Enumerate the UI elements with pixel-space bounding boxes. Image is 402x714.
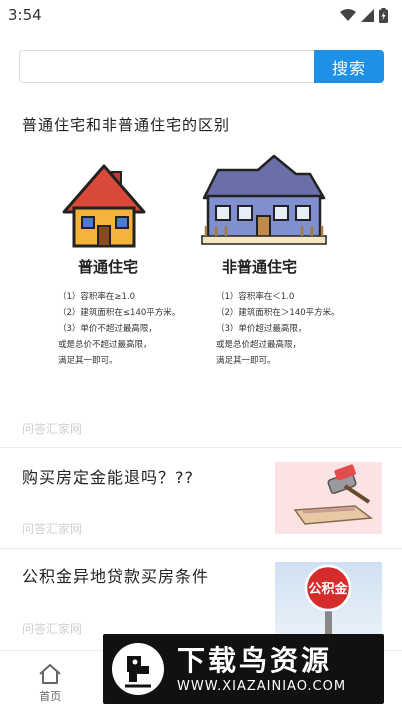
villa-house-illustration [201, 154, 327, 245]
gavel-money-icon [293, 464, 374, 525]
villa-line-1: （1）容积率在＜1.0 [216, 291, 294, 302]
bird-logo-icon [112, 643, 164, 695]
news-thumbnail: 公积金 [275, 562, 382, 634]
home-icon [39, 664, 61, 684]
wifi-icon [340, 8, 356, 21]
tab-home-label: 首页 [39, 690, 62, 703]
ordinary-line-5: 满足其一即可。 [58, 355, 118, 366]
search-input[interactable] [19, 50, 314, 83]
news-source: 问答汇家网 [22, 522, 83, 536]
ordinary-line-2: （2）建筑面积在≤140平方米。 [58, 307, 180, 318]
ordinary-heading: 普通住宅 [78, 258, 138, 276]
watermark-banner: 下载鸟资源 WWW.XIAZAINIAO.COM [103, 634, 384, 704]
ordinary-line-3: （3）单价不超过最高限， [58, 323, 157, 334]
news-source: 问答汇家网 [22, 622, 83, 636]
status-time: 3:54 [8, 6, 42, 24]
news-item[interactable]: 购买房定金能退吗？?? 问答汇家网 [0, 448, 402, 548]
villa-line-5: 满足其一即可。 [216, 355, 276, 366]
news-title: 购买房定金能退吗？?? [22, 468, 194, 487]
status-bar: 3:54 [0, 0, 402, 30]
housing-fund-label: 公积金 [308, 581, 348, 597]
watermark-text: 下载鸟资源 WWW.XIAZAINIAO.COM [177, 643, 347, 694]
signal-icon [361, 8, 374, 22]
tab-home[interactable]: 首页 [0, 651, 101, 714]
housing-fund-sign-icon: 公积金 [304, 564, 352, 634]
feature-title[interactable]: 普通住宅和非普通住宅的区别 [22, 114, 230, 135]
ordinary-line-4: 或是总价不超过最高限， [58, 339, 152, 350]
ordinary-house-illustration [62, 164, 146, 248]
watermark-title: 下载鸟资源 [177, 643, 333, 677]
villa-line-4: 或是总价超过最高限， [216, 339, 301, 350]
battery-icon [379, 7, 388, 23]
search-button[interactable]: 搜索 [314, 50, 384, 83]
feature-source: 问答汇家网 [22, 422, 83, 436]
villa-heading: 非普通住宅 [222, 258, 297, 276]
status-icons [340, 7, 388, 23]
feature-image[interactable]: 普通住宅 （1）容积率在≥1.0 （2）建筑面积在≤140平方米。 （3）单价不… [52, 150, 362, 380]
villa-line-2: （2）建筑面积在＞140平方米。 [216, 307, 340, 318]
watermark-url: WWW.XIAZAINIAO.COM [177, 678, 347, 694]
news-thumbnail [275, 462, 382, 534]
villa-line-3: （3）单价超过最高限， [216, 323, 306, 334]
search-bar: 搜索 [19, 50, 384, 83]
news-title: 公积金异地贷款买房条件 [22, 567, 210, 586]
ordinary-line-1: （1）容积率在≥1.0 [58, 291, 135, 302]
